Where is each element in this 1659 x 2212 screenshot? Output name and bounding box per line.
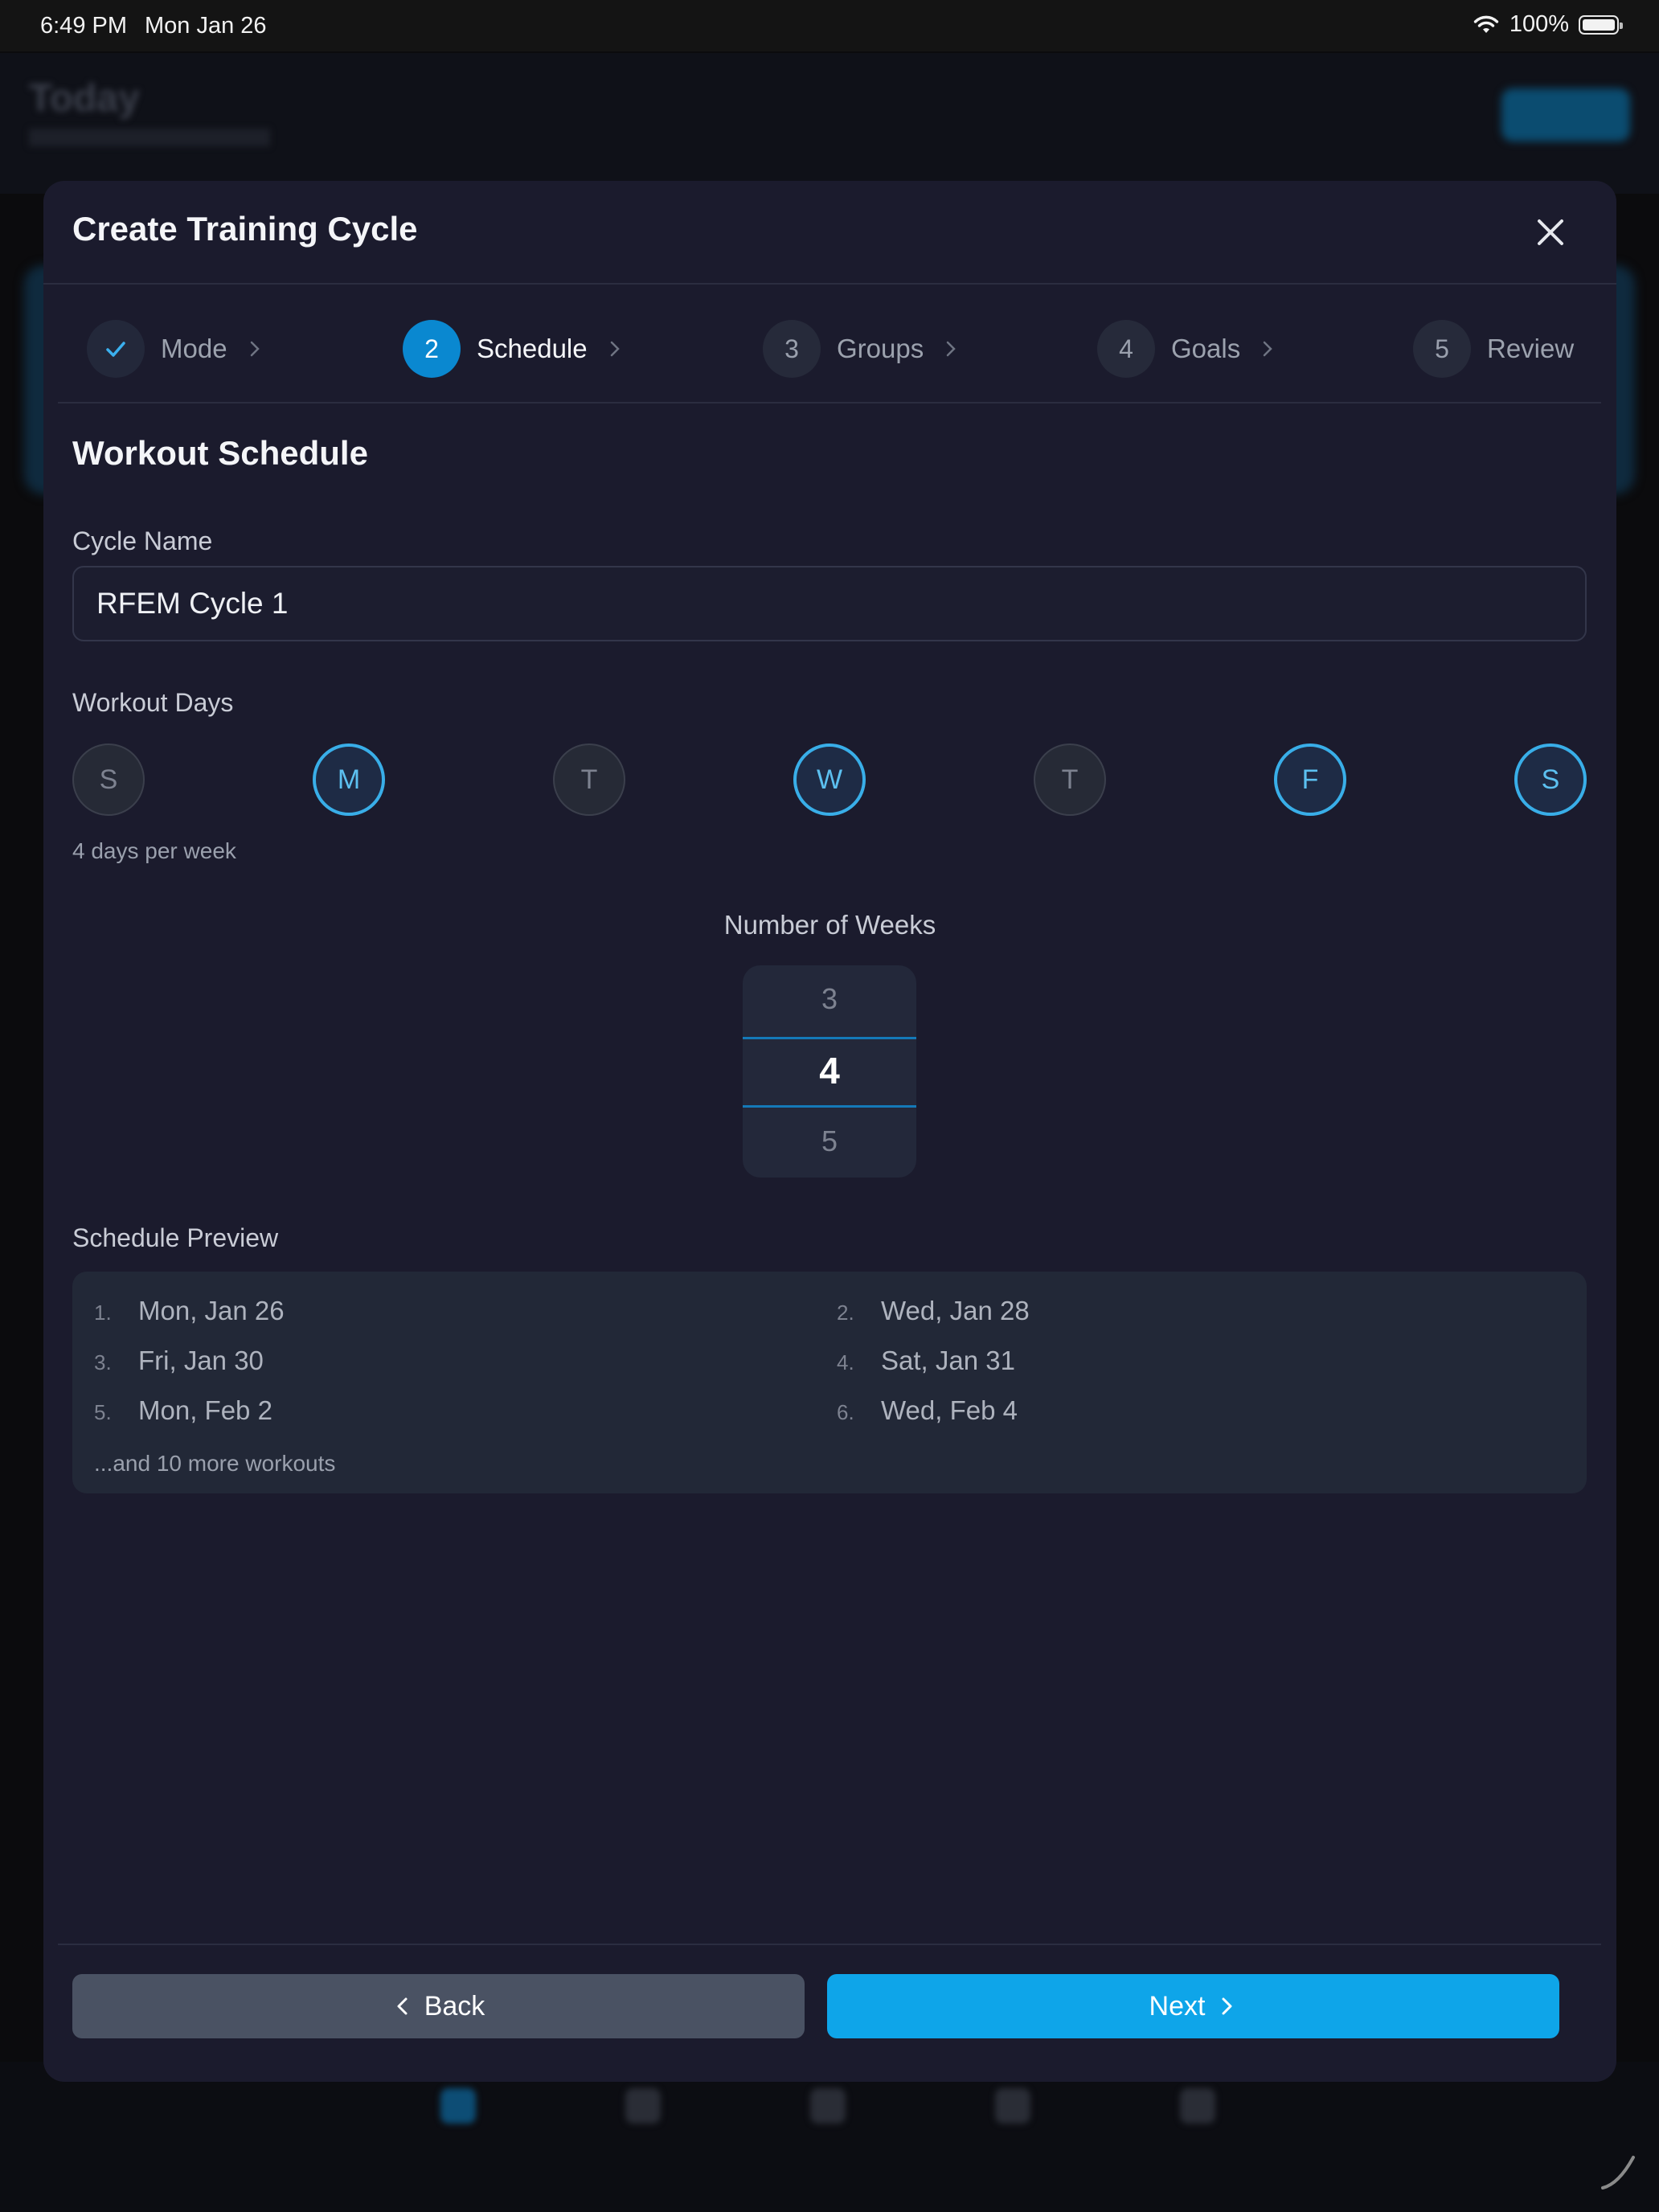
next-button-label: Next [1149, 1990, 1206, 2022]
chevron-right-icon [1222, 1997, 1232, 2015]
workout-days-label: Workout Days [72, 688, 234, 717]
day-sunday[interactable]: S [72, 743, 145, 816]
preview-item-number: 4. [837, 1350, 854, 1374]
preview-item-number: 5. [94, 1400, 112, 1424]
background-tab-schedule [603, 2088, 683, 2133]
preview-item-date: Fri, Jan 30 [138, 1346, 264, 1375]
step-review-label: Review [1487, 334, 1575, 363]
chevron-right-icon [1263, 341, 1272, 357]
back-button-label: Back [424, 1990, 485, 2022]
schedule-preview-box: 1. Mon, Jan 26 2. Wed, Jan 28 3. Fri, Ja… [72, 1272, 1587, 1493]
status-right: 100% [1473, 11, 1623, 38]
preview-item-number: 1. [94, 1301, 112, 1325]
step-schedule[interactable]: 2 Schedule [403, 320, 625, 378]
preview-item: 4. Sat, Jan 31 [837, 1346, 1015, 1376]
background-tab-bar [0, 2062, 1659, 2212]
cycle-name-label: Cycle Name [72, 526, 213, 555]
preview-item-number: 3. [94, 1350, 112, 1374]
chevron-left-icon [397, 1997, 408, 2015]
chevron-right-icon [250, 341, 260, 357]
next-button[interactable]: Next [827, 1974, 1559, 2038]
day-saturday[interactable]: S [1514, 743, 1587, 816]
background-header [0, 53, 1659, 194]
step-groups-circle: 3 [763, 320, 821, 378]
preview-item-date: Wed, Feb 4 [881, 1395, 1018, 1425]
battery-percent: 100% [1509, 11, 1569, 37]
preview-item-date: Wed, Jan 28 [881, 1296, 1030, 1325]
section-title: Workout Schedule [72, 434, 368, 472]
background-tab-exercises [788, 2088, 868, 2133]
weeks-picker[interactable]: 3 4 5 [743, 965, 916, 1178]
preview-item: 6. Wed, Feb 4 [837, 1395, 1018, 1426]
step-review-circle: 5 [1413, 320, 1471, 378]
preview-item-number: 2. [837, 1301, 854, 1325]
wifi-icon [1473, 15, 1499, 33]
day-tuesday[interactable]: T [553, 743, 625, 816]
day-thursday[interactable]: T [1034, 743, 1106, 816]
background-title: Today [29, 77, 140, 120]
background-tab-progress [973, 2088, 1053, 2133]
number-of-weeks-label: Number of Weeks [723, 910, 936, 940]
step-groups-label: Groups [837, 334, 924, 363]
modal-title: Create Training Cycle [72, 210, 418, 248]
status-time: 6:49 PM [40, 13, 127, 39]
background-tab-settings [1157, 2088, 1238, 2133]
preview-item: 1. Mon, Jan 26 [94, 1296, 285, 1326]
modal-footer: Back Next [58, 1944, 1601, 2082]
battery-icon [1579, 14, 1623, 35]
day-monday[interactable]: M [313, 743, 385, 816]
cycle-name-input[interactable] [72, 566, 1587, 641]
background-subtitle [29, 129, 270, 146]
close-icon[interactable] [1533, 215, 1568, 250]
preview-item: 5. Mon, Feb 2 [94, 1395, 272, 1426]
preview-more-text: ...and 10 more workouts [94, 1451, 336, 1476]
stepper: Mode 2 Schedule 3 Groups 4 Goals 5 Revie… [58, 285, 1601, 403]
preview-item: 2. Wed, Jan 28 [837, 1296, 1030, 1326]
day-friday[interactable]: F [1274, 743, 1346, 816]
days-per-week-text: 4 days per week [72, 838, 236, 863]
chevron-right-icon [610, 341, 620, 357]
resize-handle-icon [1601, 2156, 1635, 2189]
step-goals-label: Goals [1171, 334, 1241, 363]
background-log-button [1501, 88, 1630, 141]
step-goals-circle: 4 [1097, 320, 1155, 378]
preview-item-date: Mon, Jan 26 [138, 1296, 285, 1325]
step-mode-label: Mode [161, 334, 227, 363]
chevron-right-icon [946, 341, 956, 357]
preview-item-date: Sat, Jan 31 [881, 1346, 1015, 1375]
day-wednesday[interactable]: W [793, 743, 866, 816]
schedule-preview-label: Schedule Preview [72, 1223, 279, 1252]
step-groups[interactable]: 3 Groups [763, 320, 961, 378]
picker-option-prev[interactable]: 3 [743, 982, 916, 1016]
back-button[interactable]: Back [72, 1974, 805, 2038]
background-tab-today [418, 2088, 498, 2133]
status-date: Mon Jan 26 [145, 13, 267, 39]
step-goals[interactable]: 4 Goals [1097, 320, 1277, 378]
preview-item: 3. Fri, Jan 30 [94, 1346, 264, 1376]
step-mode[interactable]: Mode [87, 320, 264, 378]
picker-option-selected[interactable]: 4 [743, 1049, 916, 1092]
preview-item-date: Mon, Feb 2 [138, 1395, 272, 1425]
step-mode-circle [87, 320, 145, 378]
check-icon [106, 342, 125, 357]
step-review[interactable]: 5 Review [1413, 320, 1574, 378]
create-training-cycle-modal: Create Training Cycle Mode 2 Schedule 3 … [43, 181, 1616, 2082]
step-schedule-circle: 2 [403, 320, 461, 378]
step-schedule-label: Schedule [477, 334, 588, 363]
preview-item-number: 6. [837, 1400, 854, 1424]
picker-option-next[interactable]: 5 [743, 1124, 916, 1158]
status-bar: 6:49 PM Mon Jan 26 100% [0, 0, 1659, 51]
modal-header: Create Training Cycle [43, 181, 1616, 285]
